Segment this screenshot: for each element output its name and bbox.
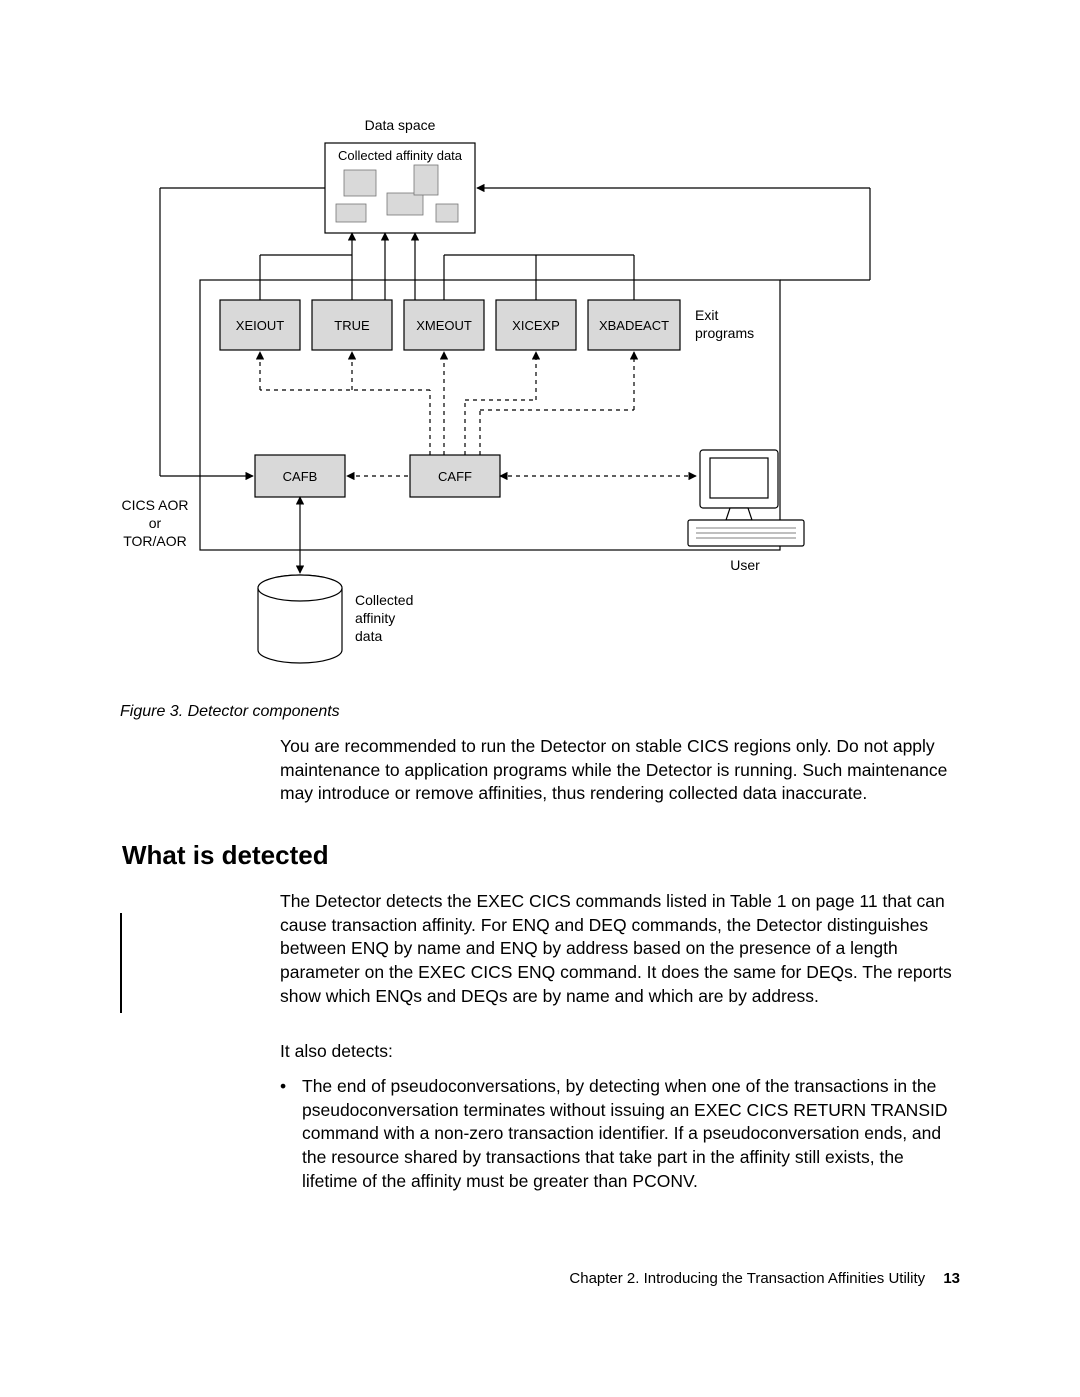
also-detects-paragraph: It also detects:	[280, 1040, 960, 1064]
exit-box-true: TRUE	[312, 300, 392, 350]
footer-chapter: Chapter 2. Introducing the Transaction A…	[569, 1270, 925, 1287]
bullet-text: The end of pseudoconversations, by detec…	[302, 1075, 960, 1193]
computer-icon	[688, 450, 804, 546]
data-space-label: Data space	[365, 117, 436, 133]
caff-box: CAFF	[410, 455, 500, 497]
svg-text:data: data	[355, 628, 382, 644]
svg-text:XICEXP: XICEXP	[512, 318, 560, 333]
svg-text:or: or	[149, 515, 162, 531]
collected-data-label: Collected	[355, 592, 413, 608]
list-item: • The end of pseudoconversations, by det…	[280, 1075, 960, 1193]
section-heading: What is detected	[122, 840, 329, 871]
svg-text:TOR/AOR: TOR/AOR	[123, 533, 187, 549]
page-number: 13	[943, 1270, 960, 1287]
intro-paragraph: You are recommended to run the Detector …	[280, 735, 960, 806]
svg-text:XMEOUT: XMEOUT	[416, 318, 472, 333]
change-bar-icon	[120, 913, 122, 1013]
cics-aor-label: CICS AOR	[122, 497, 189, 513]
user-label: User	[730, 557, 760, 573]
exit-programs-label: Exit	[695, 307, 718, 323]
exit-box-xmeout: XMEOUT	[404, 300, 484, 350]
figure-caption: Figure 3. Detector components	[120, 703, 340, 721]
exit-box-xbadeact: XBADEACT	[588, 300, 680, 350]
svg-text:CAFB: CAFB	[283, 469, 318, 484]
svg-text:CAFF: CAFF	[438, 469, 472, 484]
svg-text:affinity: affinity	[355, 610, 395, 626]
cafb-box: CAFB	[255, 455, 345, 497]
collected-affinity-label: Collected affinity data	[338, 148, 463, 163]
detected-paragraph: The Detector detects the EXEC CICS comma…	[280, 890, 960, 1008]
svg-text:TRUE: TRUE	[334, 318, 370, 333]
detector-diagram: Data space Collected affinity data XEIOU…	[120, 110, 970, 690]
exit-box-xeiout: XEIOUT	[220, 300, 300, 350]
bullet-icon: •	[280, 1075, 286, 1099]
svg-text:XBADEACT: XBADEACT	[599, 318, 669, 333]
page-footer: Chapter 2. Introducing the Transaction A…	[569, 1270, 960, 1287]
svg-text:XEIOUT: XEIOUT	[236, 318, 284, 333]
cylinder-icon	[258, 575, 342, 663]
exit-box-xicexp: XICEXP	[496, 300, 576, 350]
svg-text:programs: programs	[695, 325, 754, 341]
